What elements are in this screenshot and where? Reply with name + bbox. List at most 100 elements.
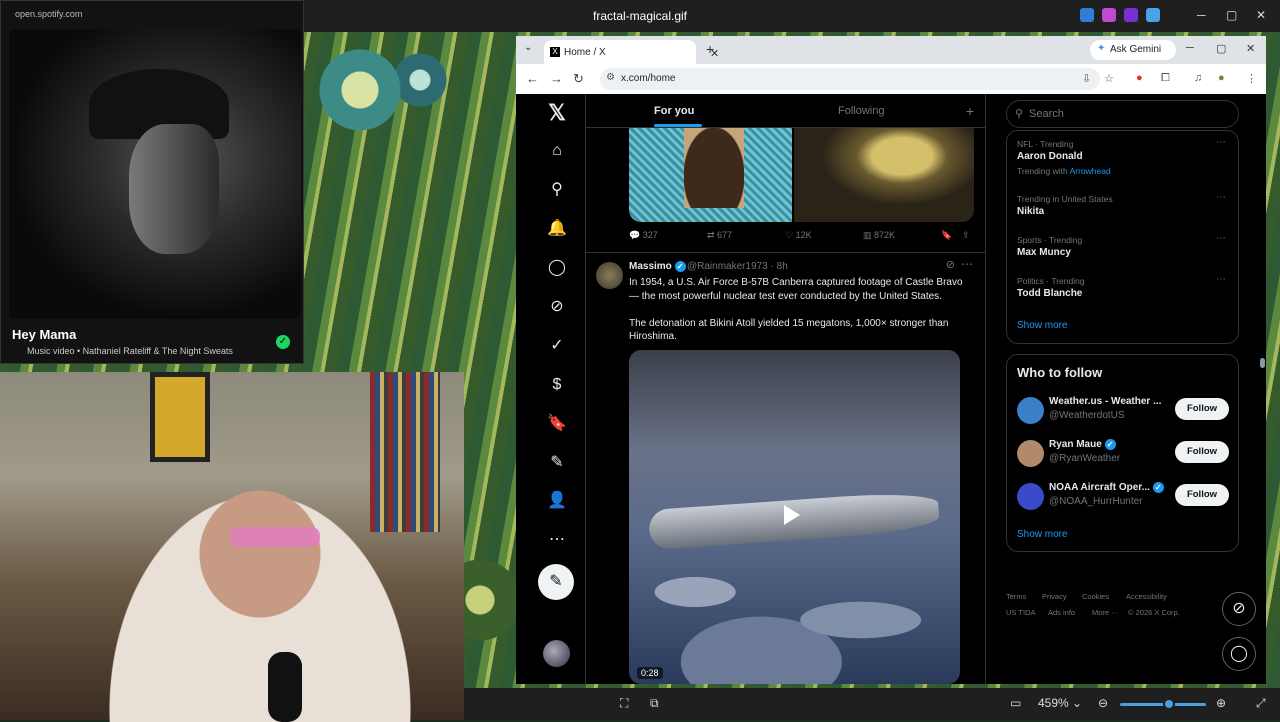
footer-cookies[interactable]: Cookies <box>1082 589 1109 605</box>
bookmark-icon[interactable]: 🔖 <box>941 230 952 241</box>
trend-name[interactable]: Aaron Donald <box>1017 151 1083 162</box>
trends-show-more[interactable]: Show more <box>1017 320 1068 331</box>
more-icon[interactable]: ⋯ <box>546 529 568 551</box>
views-button[interactable]: ▥ 872K <box>863 230 895 241</box>
follow-button[interactable]: Follow <box>1175 398 1229 420</box>
footer-privacy[interactable]: Privacy <box>1042 589 1067 605</box>
add-tab-icon[interactable]: + <box>966 103 974 119</box>
trend-more-icon[interactable]: ⋯ <box>1216 137 1226 148</box>
new-tab-button[interactable]: + <box>706 41 714 57</box>
extensions-icon[interactable]: ⧠ <box>1161 72 1170 85</box>
menu-icon[interactable]: ⋮ <box>1246 72 1257 85</box>
author-name[interactable]: Massimo ✓ <box>629 261 686 272</box>
search-input[interactable]: ⚲ Search <box>1006 100 1239 128</box>
bookmark-star-icon[interactable]: ☆ <box>1104 72 1114 85</box>
zoom-dropdown-icon[interactable]: ⌄ <box>1072 696 1082 710</box>
tab-following[interactable]: Following <box>838 105 884 117</box>
music-video-frame[interactable] <box>9 29 301 319</box>
install-app-icon[interactable]: ⇩ <box>1082 72 1091 85</box>
grok-fab-icon[interactable]: ⊘ <box>1222 592 1256 626</box>
tab-for-you[interactable]: For you <box>654 105 694 117</box>
browser-close-button[interactable]: ✕ <box>1246 42 1255 55</box>
home-icon[interactable]: ⌂ <box>546 140 568 162</box>
forward-icon[interactable]: → <box>550 71 563 86</box>
bookmarks-icon[interactable]: 🔖 <box>546 413 568 435</box>
app-icon[interactable] <box>1124 8 1138 22</box>
articles-icon[interactable]: ✎ <box>546 452 568 474</box>
post-image-2[interactable] <box>794 128 974 222</box>
compose-post-button[interactable]: ✎ <box>538 564 574 600</box>
follow-show-more[interactable]: Show more <box>1017 529 1068 540</box>
suggestion-name[interactable]: NOAA Aircraft Oper... ✓ <box>1049 482 1164 493</box>
url-field[interactable]: ⚙ x.com/home <box>600 68 1100 90</box>
browser-maximize-button[interactable]: ▢ <box>1216 42 1226 55</box>
fit-window-icon[interactable]: ▭ <box>1010 696 1021 710</box>
like-button[interactable]: ♡ 12K <box>785 230 812 241</box>
profile-icon[interactable]: ● <box>1218 72 1225 84</box>
explore-icon[interactable]: ⚲ <box>546 179 568 201</box>
browser-minimize-button[interactable]: ─ <box>1186 42 1194 54</box>
tab-search-icon[interactable]: ⌄ <box>524 42 532 53</box>
zoom-slider-thumb[interactable] <box>1163 698 1175 710</box>
follow-button[interactable]: Follow <box>1175 441 1229 463</box>
ask-gemini-button[interactable]: ✦ Ask Gemini <box>1090 40 1176 60</box>
suggestion-avatar[interactable] <box>1017 483 1044 510</box>
crop-icon[interactable]: ⧉ <box>650 696 659 711</box>
profile-icon[interactable]: 👤 <box>546 490 568 512</box>
trend-name[interactable]: Max Muncy <box>1017 247 1071 258</box>
post-video[interactable]: 0:28 <box>629 350 960 684</box>
play-icon[interactable] <box>784 505 800 525</box>
zoom-in-icon[interactable]: ⊕ <box>1216 696 1226 710</box>
x-logo-icon[interactable]: 𝕏 <box>546 102 568 124</box>
suggestion-avatar[interactable] <box>1017 397 1044 424</box>
author-avatar[interactable] <box>596 262 623 289</box>
viewer-close-button[interactable]: ✕ <box>1256 8 1266 22</box>
tab-home-x[interactable]: X Home / X ✕ <box>544 40 719 64</box>
song-subtitle[interactable]: Music video • Nathaniel Rateliff & The N… <box>27 346 233 356</box>
messages-icon[interactable]: ◯ <box>546 257 568 279</box>
footer-accessibility[interactable]: Accessibility <box>1126 589 1167 605</box>
follow-button[interactable]: Follow <box>1175 484 1229 506</box>
suggestion-name[interactable]: Weather.us - Weather ... <box>1049 396 1161 407</box>
song-title[interactable]: Hey Mama <box>12 327 76 342</box>
trend-more-icon[interactable]: ⋯ <box>1216 274 1226 285</box>
app-icon[interactable] <box>1146 8 1160 22</box>
footer-more[interactable]: More ··· <box>1092 605 1119 621</box>
fit-screen-icon[interactable]: ⛶ <box>620 696 628 711</box>
account-avatar[interactable] <box>543 640 570 667</box>
messages-fab-icon[interactable]: ◯ <box>1222 637 1256 671</box>
post-image-1[interactable] <box>629 128 792 222</box>
trend-sub-link[interactable]: Arrowhead <box>1070 166 1111 176</box>
trend-more-icon[interactable]: ⋯ <box>1216 192 1226 203</box>
footer-terms[interactable]: Terms <box>1006 589 1026 605</box>
page-scrollbar[interactable] <box>1259 94 1265 684</box>
footer-ads-info[interactable]: Ads info <box>1048 605 1075 621</box>
back-icon[interactable]: ← <box>526 71 539 86</box>
scrollbar-thumb[interactable] <box>1260 358 1265 368</box>
trend-name[interactable]: Todd Blanche <box>1017 288 1082 299</box>
notifications-icon[interactable]: 🔔 <box>546 218 568 240</box>
monetization-icon[interactable]: $ <box>546 374 568 396</box>
site-settings-icon[interactable]: ⚙ <box>606 72 615 83</box>
reply-button[interactable]: 💬 327 <box>629 230 658 241</box>
suggestion-name[interactable]: Ryan Maue ✓ <box>1049 439 1116 450</box>
zoom-value[interactable]: 459% <box>1038 696 1069 710</box>
expand-icon[interactable]: ⤢ <box>1256 696 1266 711</box>
viewer-maximize-button[interactable]: ▢ <box>1226 8 1237 22</box>
adblock-icon[interactable]: ● <box>1136 72 1143 84</box>
app-icon[interactable] <box>1102 8 1116 22</box>
author-handle[interactable]: @Rainmaker1973 · 8h <box>687 261 788 272</box>
app-icon[interactable] <box>1080 8 1094 22</box>
trend-name[interactable]: Nikita <box>1017 206 1044 217</box>
viewer-minimize-button[interactable]: ─ <box>1197 8 1206 22</box>
grok-icon[interactable]: ⊘ <box>546 296 568 318</box>
footer-us-tida[interactable]: US TIDA <box>1006 605 1035 621</box>
suggestion-avatar[interactable] <box>1017 440 1044 467</box>
post-more-icon[interactable]: ⋯ <box>961 257 973 271</box>
saved-check-icon[interactable]: ✓ <box>276 335 290 349</box>
media-icon[interactable]: ♫ <box>1194 72 1202 84</box>
repost-button[interactable]: ⇄ 677 <box>707 230 732 241</box>
share-icon[interactable]: ⇪ <box>962 230 970 241</box>
zoom-out-icon[interactable]: ⊖ <box>1098 696 1108 710</box>
grok-explain-icon[interactable]: ⊘ <box>946 258 955 271</box>
